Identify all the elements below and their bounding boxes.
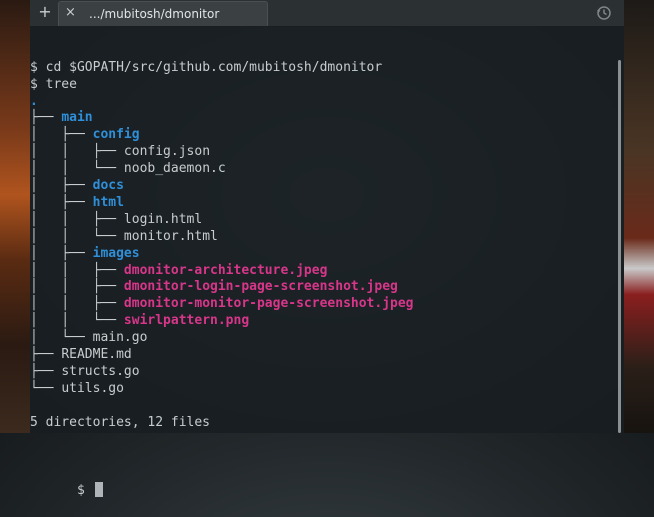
line-text: dmonitor-architecture.jpeg xyxy=(123,262,328,278)
line-prefix: │ │ └── xyxy=(30,228,124,244)
line-text: config.json xyxy=(123,144,211,160)
terminal-line: │ │ ├── dmonitor-login-page-screenshot.j… xyxy=(30,279,610,296)
terminal-line: │ │ └── monitor.html xyxy=(30,229,610,246)
terminal-line: │ ├── html xyxy=(30,195,610,212)
terminal-line: $ tree xyxy=(30,77,610,94)
terminal-line: │ │ ├── dmonitor-monitor-page-screenshot… xyxy=(30,296,610,313)
terminal-line: . xyxy=(30,94,610,111)
line-text: dmonitor-monitor-page-screenshot.jpeg xyxy=(123,296,414,312)
terminal-line: $ cd $GOPATH/src/github.com/mubitosh/dmo… xyxy=(30,60,610,77)
terminal-line: │ │ ├── login.html xyxy=(30,212,610,229)
terminal-line: │ ├── docs xyxy=(30,178,610,195)
line-prefix: └── xyxy=(30,380,62,396)
history-icon[interactable] xyxy=(596,5,612,21)
line-text: utils.go xyxy=(61,380,124,396)
line-prefix: $ xyxy=(30,59,46,75)
terminal-line: ├── README.md xyxy=(30,347,610,364)
terminal-line: │ ├── config xyxy=(30,127,610,144)
terminal-line: ├── main xyxy=(30,110,610,127)
terminal-line: 5 directories, 12 files xyxy=(30,415,610,432)
terminal-line: │ │ ├── config.json xyxy=(30,144,610,161)
desktop-wallpaper-left xyxy=(0,0,30,433)
line-text: dmonitor-login-page-screenshot.jpeg xyxy=(123,279,398,295)
line-text: cd $GOPATH/src/github.com/mubitosh/dmoni… xyxy=(45,59,383,75)
desktop-wallpaper-right xyxy=(624,0,654,433)
scrollbar[interactable] xyxy=(618,60,621,433)
line-prefix: │ └── xyxy=(30,330,93,346)
line-prefix: │ │ ├── xyxy=(30,144,124,160)
terminal-output[interactable]: $ cd $GOPATH/src/github.com/mubitosh/dmo… xyxy=(30,26,610,516)
line-prefix: │ │ ├── xyxy=(30,262,124,278)
line-prefix: │ ├── xyxy=(30,194,93,210)
line-text: tree xyxy=(45,76,77,92)
tab-active[interactable]: × .../mubitosh/dmonitor xyxy=(58,1,268,26)
terminal-window[interactable]: + × .../mubitosh/dmonitor $ cd $GOPATH/s… xyxy=(30,0,624,498)
line-text: config xyxy=(92,127,140,143)
line-prefix: ├── xyxy=(30,346,62,362)
line-prefix: │ │ └── xyxy=(30,161,124,177)
terminal-line: │ └── main.go xyxy=(30,330,610,347)
line-prefix: │ │ ├── xyxy=(30,279,124,295)
output-lines: $ cd $GOPATH/src/github.com/mubitosh/dmo… xyxy=(30,60,610,432)
line-text: docs xyxy=(92,178,124,194)
tab-bar: + × .../mubitosh/dmonitor xyxy=(30,0,624,27)
terminal-line: ├── structs.go xyxy=(30,364,610,381)
line-prefix: │ │ └── xyxy=(30,313,124,329)
terminal-line: │ │ └── noob_daemon.c xyxy=(30,161,610,178)
terminal-line: │ │ ├── dmonitor-architecture.jpeg xyxy=(30,263,610,280)
terminal-line: │ │ └── swirlpattern.png xyxy=(30,313,610,330)
prompt-symbol: $ xyxy=(76,483,93,499)
terminal-line: │ ├── images xyxy=(30,246,610,263)
line-prefix: ├── xyxy=(30,110,62,126)
terminal-line: └── utils.go xyxy=(30,381,610,398)
line-text: html xyxy=(92,194,124,210)
close-tab-icon[interactable]: × xyxy=(65,5,79,21)
prompt-line[interactable]: $ xyxy=(30,465,610,498)
line-text: monitor.html xyxy=(123,228,218,244)
line-text: main xyxy=(61,110,93,126)
text-cursor xyxy=(94,482,103,498)
line-prefix: ├── xyxy=(30,363,62,379)
line-prefix: │ ├── xyxy=(30,178,93,194)
new-tab-button[interactable]: + xyxy=(36,3,54,21)
line-prefix: │ ├── xyxy=(30,127,93,143)
line-text: 5 directories, 12 files xyxy=(30,414,211,430)
line-prefix: │ ├── xyxy=(30,245,93,261)
line-text: . xyxy=(30,93,38,109)
line-text: noob_daemon.c xyxy=(123,161,226,177)
line-text: swirlpattern.png xyxy=(123,313,250,329)
line-text: images xyxy=(92,245,140,261)
line-text: main.go xyxy=(92,330,148,346)
line-text: structs.go xyxy=(61,363,140,379)
line-prefix: │ │ ├── xyxy=(30,296,124,312)
tab-title: .../mubitosh/dmonitor xyxy=(89,7,220,21)
line-text: README.md xyxy=(61,346,132,362)
line-prefix: $ xyxy=(30,76,46,92)
line-prefix: │ │ ├── xyxy=(30,211,124,227)
line-text: login.html xyxy=(123,211,203,227)
